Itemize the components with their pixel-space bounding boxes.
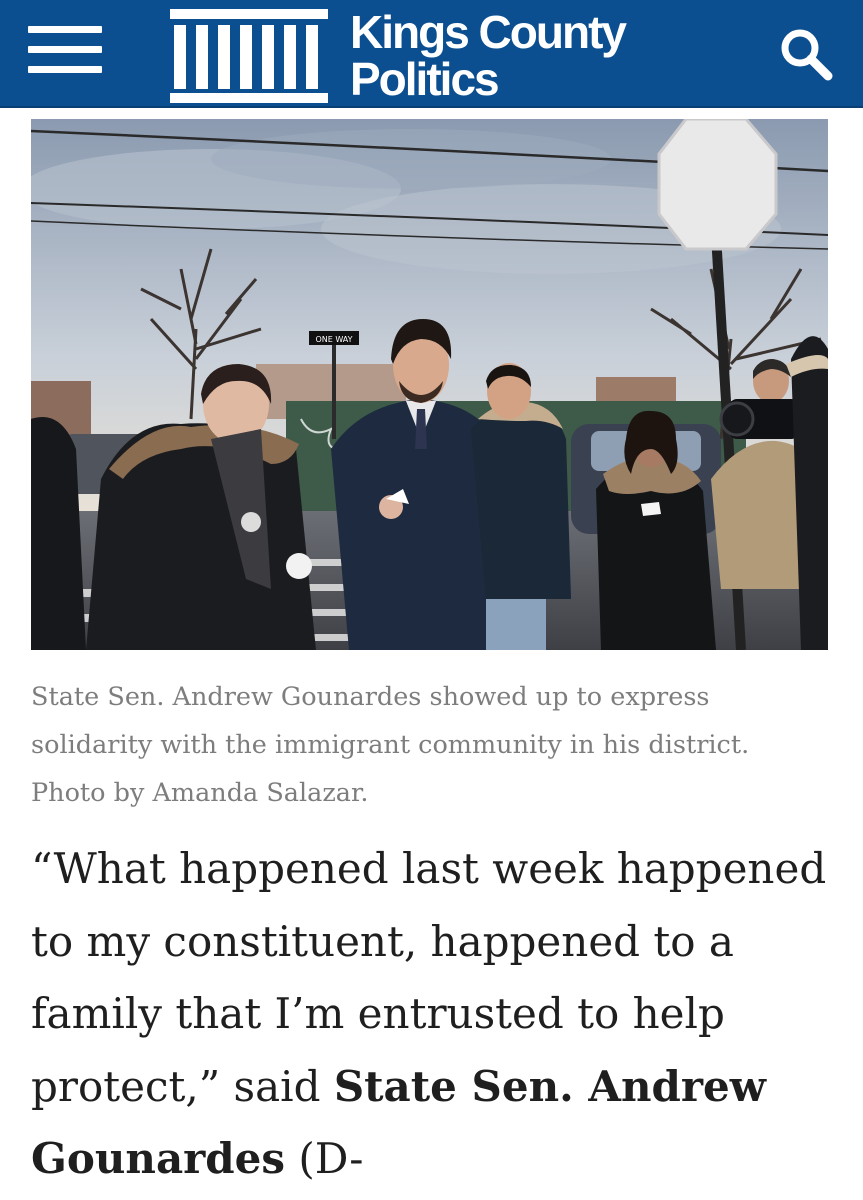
site-logo[interactable]: Kings County Politics [170, 9, 630, 103]
photo-caption: State Sen. Andrew Gounardes showed up to… [31, 682, 750, 808]
search-button[interactable] [778, 26, 834, 82]
menu-button[interactable] [28, 26, 104, 74]
article-photo: ONE WAY [31, 119, 828, 650]
search-icon [781, 29, 833, 81]
site-title-line2: Politics [350, 53, 500, 105]
columned-building-logo-icon [170, 9, 328, 103]
paragraph-tail: (D- [285, 1134, 364, 1183]
hamburger-menu-icon [28, 26, 102, 33]
site-title: Kings County Politics [350, 6, 627, 105]
article-paragraph: “What happened last week happened to my … [31, 833, 831, 1196]
site-header: Kings County Politics [0, 0, 863, 108]
street-vigil-photo: ONE WAY [31, 119, 828, 650]
one-way-sign-text: ONE WAY [315, 335, 352, 344]
site-title-line1: Kings County [350, 6, 627, 58]
